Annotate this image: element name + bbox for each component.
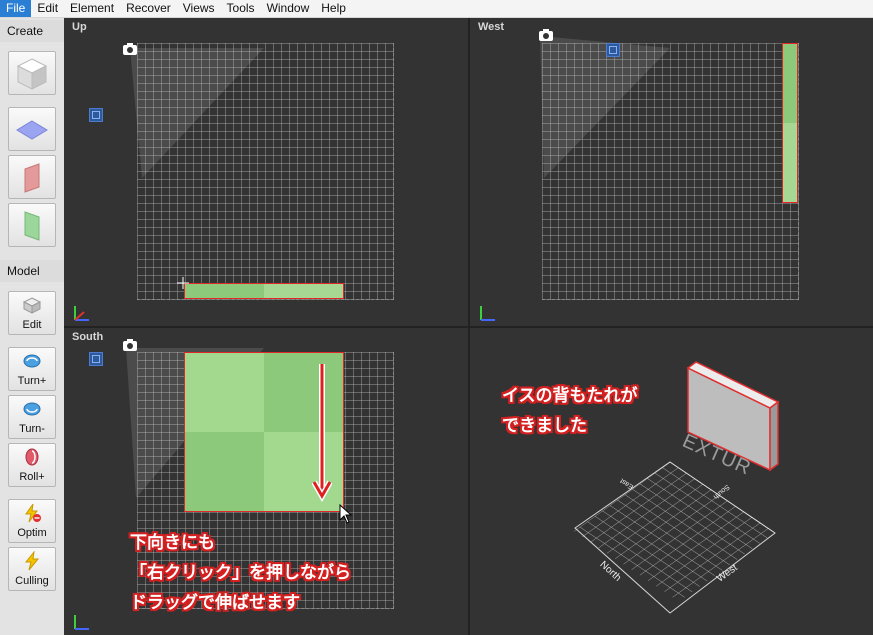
mouse-cursor-icon — [339, 504, 353, 524]
create-red-plane-button[interactable] — [8, 155, 56, 199]
viewport-divider-horizontal[interactable] — [64, 326, 873, 328]
axis-gizmo-icon — [74, 615, 89, 630]
menu-file[interactable]: File — [0, 0, 32, 17]
camera-icon — [123, 43, 137, 55]
create-green-plane-button[interactable] — [8, 203, 56, 247]
up-grid — [137, 43, 394, 300]
turn-minus-label: Turn- — [19, 423, 45, 435]
south-annotation-line1: 下向きにも — [130, 533, 215, 553]
create-cube-button[interactable] — [8, 51, 56, 95]
viewport-south[interactable]: South 下向きにも 「右クリック」を押しながら ドラッグで伸ばせます — [64, 328, 468, 635]
edit-button[interactable]: Edit — [8, 291, 56, 335]
create-horizontal-plane-button[interactable] — [8, 107, 56, 151]
menu-views[interactable]: Views — [177, 0, 221, 17]
roll-plus-icon — [25, 448, 39, 466]
viewport-perspective[interactable]: EXTUR North West East South イスの背もたれが できま… — [470, 328, 873, 635]
left-toolbar: Create Model Edit Turn+ Turn- Roll+ Opti… — [0, 18, 65, 635]
south-annotation-line2: 「右クリック」を押しながら — [130, 563, 351, 583]
perspective-annotation-line2: できました — [502, 416, 587, 436]
green-plane-icon — [24, 211, 40, 241]
culling-button[interactable]: Culling — [8, 547, 56, 591]
turn-minus-button[interactable]: Turn- — [8, 395, 56, 439]
model-header: Model — [0, 260, 64, 282]
turn-minus-icon — [23, 402, 41, 416]
west-green-panel[interactable] — [782, 43, 798, 203]
menu-recover[interactable]: Recover — [120, 0, 177, 17]
axis-gizmo-icon — [74, 306, 89, 321]
light-marker-icon — [89, 352, 103, 366]
cube-icon — [16, 58, 48, 90]
menu-element[interactable]: Element — [64, 0, 120, 17]
perspective-scene — [574, 361, 780, 614]
menu-window[interactable]: Window — [261, 0, 316, 17]
optim-label: Optim — [17, 527, 47, 539]
light-marker-icon — [89, 108, 103, 122]
turn-plus-icon — [23, 354, 41, 368]
culling-label: Culling — [15, 575, 49, 587]
menu-bar: File Edit Element Recover Views Tools Wi… — [0, 0, 873, 18]
light-marker-icon — [606, 43, 620, 57]
south-annotation-line3: ドラッグで伸ばせます — [130, 593, 300, 613]
turn-plus-button[interactable]: Turn+ — [8, 347, 56, 391]
menu-tools[interactable]: Tools — [221, 0, 261, 17]
edit-cube-icon — [22, 297, 42, 314]
axis-gizmo-icon — [480, 306, 495, 321]
menu-help[interactable]: Help — [315, 0, 352, 17]
ground-grid — [574, 462, 775, 602]
red-plane-icon — [24, 163, 40, 193]
perspective-annotation-line1: イスの背もたれが — [502, 386, 638, 406]
lightning-minus-icon — [25, 503, 41, 523]
menu-edit[interactable]: Edit — [31, 0, 64, 17]
roll-plus-button[interactable]: Roll+ — [8, 443, 56, 487]
create-header: Create — [0, 20, 64, 42]
roll-plus-label: Roll+ — [19, 471, 45, 483]
edit-label: Edit — [22, 319, 42, 331]
west-grid — [542, 43, 799, 300]
lightning-icon — [24, 551, 40, 571]
optim-button[interactable]: Optim — [8, 499, 56, 543]
crosshair-icon — [177, 277, 189, 289]
horizontal-plane-icon — [16, 120, 48, 140]
down-arrow-icon — [312, 364, 332, 503]
viewport-up[interactable]: Up — [64, 18, 468, 326]
viewport-west[interactable]: West — [470, 18, 873, 326]
camera-icon — [539, 29, 553, 41]
turn-plus-label: Turn+ — [17, 375, 47, 387]
camera-icon — [123, 339, 137, 351]
up-green-panel[interactable] — [184, 283, 344, 299]
